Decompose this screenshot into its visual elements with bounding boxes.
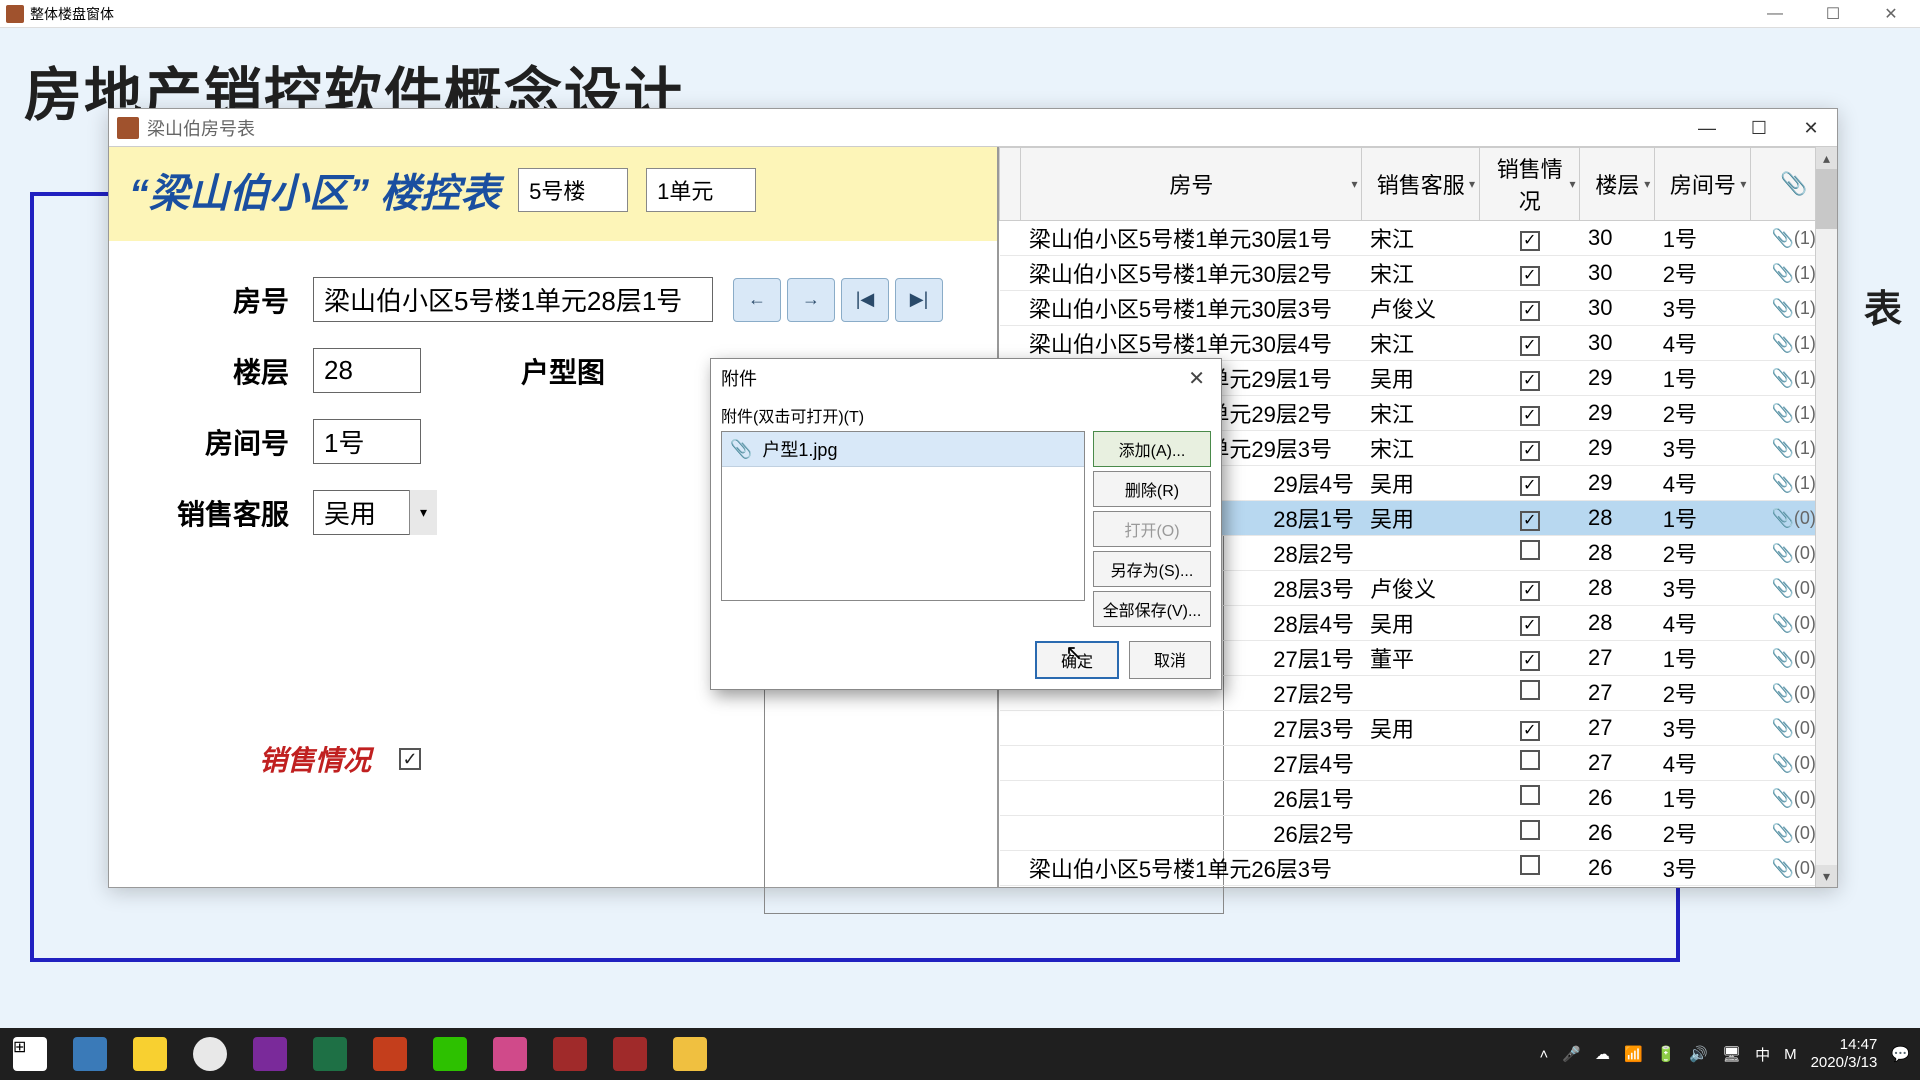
cancel-button[interactable]: 取消 [1129, 641, 1211, 679]
maximize-button[interactable]: ☐ [1804, 0, 1862, 28]
table-row[interactable]: 梁山伯小区5号楼1单元30层2号宋江✓302号📎(1) [1000, 256, 1837, 291]
room-input[interactable] [313, 277, 713, 322]
search-icon[interactable] [60, 1028, 120, 1080]
child-close-button[interactable]: ✕ [1785, 109, 1837, 147]
taskbar: ⊞ ˄ 🎤 ☁ 📶 🔋 🔊 🖥 中 M 14:47 2020/3/13 💬 [0, 1028, 1920, 1080]
child-minimize-button[interactable]: — [1681, 109, 1733, 147]
close-button[interactable]: ✕ [1862, 0, 1920, 28]
dialog-title: 附件 [721, 365, 757, 391]
minimize-button[interactable]: — [1746, 0, 1804, 28]
agent-label: 销售客服 [149, 493, 289, 533]
room-label: 房号 [149, 280, 289, 320]
saveas-button[interactable]: 另存为(S)... [1093, 551, 1211, 587]
table-row[interactable]: 梁山伯小区5号楼1单元26层3号263号📎(0) [1000, 851, 1837, 886]
roomno-label: 房间号 [149, 422, 289, 462]
tray-cloud-icon[interactable]: ☁ [1595, 1045, 1610, 1063]
status-checkbox[interactable]: ✓ [399, 748, 421, 770]
tray-chevron-icon[interactable]: ˄ [1540, 1046, 1549, 1063]
add-button[interactable]: 添加(A)... [1093, 431, 1211, 467]
wechat-icon[interactable] [420, 1028, 480, 1080]
unit-input[interactable] [646, 168, 756, 212]
onenote-icon[interactable] [240, 1028, 300, 1080]
foxmail-icon[interactable] [480, 1028, 540, 1080]
ok-button[interactable]: 确定 [1035, 641, 1119, 679]
dialog-close-button[interactable]: ✕ [1182, 366, 1211, 391]
main-window-controls: — ☐ ✕ [1746, 0, 1920, 28]
tray-volume-icon[interactable]: 🔊 [1689, 1045, 1708, 1063]
paperclip-icon: 📎 [730, 439, 752, 460]
file-name: 户型1.jpg [762, 436, 837, 462]
access-icon[interactable] [540, 1028, 600, 1080]
table-row[interactable]: 梁山伯小区5号楼1单元30层4号宋江✓304号📎(1) [1000, 326, 1837, 361]
chrome-icon[interactable] [180, 1028, 240, 1080]
table-row[interactable]: 27层3号吴用✓273号📎(0) [1000, 711, 1837, 746]
tray-notification-icon[interactable]: 💬 [1891, 1045, 1910, 1063]
floor-label: 楼层 [149, 351, 289, 391]
building-input[interactable] [518, 168, 628, 212]
open-button[interactable]: 打开(O) [1093, 511, 1211, 547]
table-row[interactable]: 梁山伯小区5号楼1单元30层1号宋江✓301号📎(1) [1000, 221, 1837, 256]
child-maximize-button[interactable]: ☐ [1733, 109, 1785, 147]
nav-first-button[interactable]: |◀ [841, 278, 889, 322]
notes-icon[interactable] [120, 1028, 180, 1080]
table-row[interactable]: 梁山伯小区5号楼1单元26层4号264号📎(0) [1000, 886, 1837, 888]
dialog-hint: 附件(双击可打开)(T) [721, 403, 1211, 427]
tray-monitor-icon[interactable]: 🖥 [1722, 1045, 1741, 1063]
floor-input[interactable] [313, 348, 421, 393]
app-icon [6, 5, 24, 23]
table-scrollbar[interactable]: ▴ ▾ [1815, 147, 1837, 887]
attachment-icon[interactable]: 📎 [1780, 171, 1807, 196]
tray-battery-icon[interactable]: 🔋 [1657, 1045, 1676, 1063]
record-nav: ← → |◀ ▶| [733, 278, 943, 322]
col-agent[interactable]: 销售客服 [1377, 173, 1465, 198]
delete-button[interactable]: 删除(R) [1093, 471, 1211, 507]
table-row[interactable]: 梁山伯小区5号楼1单元30层3号卢俊义✓303号📎(1) [1000, 291, 1837, 326]
form-title: “梁山伯小区” 楼控表 [129, 161, 500, 219]
tray-ime1[interactable]: 中 [1755, 1044, 1770, 1065]
col-status[interactable]: 销售情况 [1497, 157, 1563, 214]
main-titlebar: 整体楼盘窗体 [0, 0, 1920, 28]
col-roomno[interactable]: 房间号 [1670, 173, 1736, 198]
nav-prev-button[interactable]: ← [733, 278, 781, 322]
side-label: 表 [1864, 278, 1902, 333]
child-window-controls: — ☐ ✕ [1681, 109, 1837, 147]
tray-wifi-icon[interactable]: 📶 [1624, 1045, 1643, 1063]
agent-dropdown-button[interactable]: ▾ [409, 490, 437, 535]
scroll-down-button[interactable]: ▾ [1816, 865, 1837, 887]
system-tray: ˄ 🎤 ☁ 📶 🔋 🔊 🖥 中 M 14:47 2020/3/13 💬 [1540, 1036, 1920, 1072]
col-room[interactable]: 房号 [1169, 173, 1213, 198]
nav-next-button[interactable]: → [787, 278, 835, 322]
scroll-up-button[interactable]: ▴ [1816, 147, 1837, 169]
main-window-title: 整体楼盘窗体 [30, 4, 114, 24]
scroll-thumb[interactable] [1816, 169, 1837, 229]
table-row[interactable]: 26层1号261号📎(0) [1000, 781, 1837, 816]
form-icon [117, 117, 139, 139]
nav-last-button[interactable]: ▶| [895, 278, 943, 322]
powerpoint-icon[interactable] [360, 1028, 420, 1080]
file-list[interactable]: 📎 户型1.jpg [721, 431, 1085, 601]
form-header: “梁山伯小区” 楼控表 [109, 147, 997, 241]
start-button[interactable]: ⊞ [0, 1028, 60, 1080]
child-titlebar: 梁山伯房号表 [109, 109, 1837, 147]
plan-label: 户型图 [521, 351, 605, 391]
saveall-button[interactable]: 全部保存(V)... [1093, 591, 1211, 627]
access2-icon[interactable] [600, 1028, 660, 1080]
table-row[interactable]: 27层4号274号📎(0) [1000, 746, 1837, 781]
tray-clock[interactable]: 14:47 2020/3/13 [1811, 1036, 1878, 1072]
excel-icon[interactable] [300, 1028, 360, 1080]
col-floor[interactable]: 楼层 [1595, 173, 1639, 198]
status-label: 销售情况 [259, 739, 371, 779]
explorer-icon[interactable] [660, 1028, 720, 1080]
attachment-dialog: 附件 ✕ 附件(双击可打开)(T) 📎 户型1.jpg 添加(A)... 删除(… [710, 358, 1222, 690]
tray-mic-icon[interactable]: 🎤 [1562, 1045, 1581, 1063]
roomno-input[interactable] [313, 419, 421, 464]
table-row[interactable]: 26层2号262号📎(0) [1000, 816, 1837, 851]
tray-ime2[interactable]: M [1784, 1046, 1797, 1063]
child-window-title: 梁山伯房号表 [147, 115, 255, 141]
file-item[interactable]: 📎 户型1.jpg [722, 432, 1084, 467]
